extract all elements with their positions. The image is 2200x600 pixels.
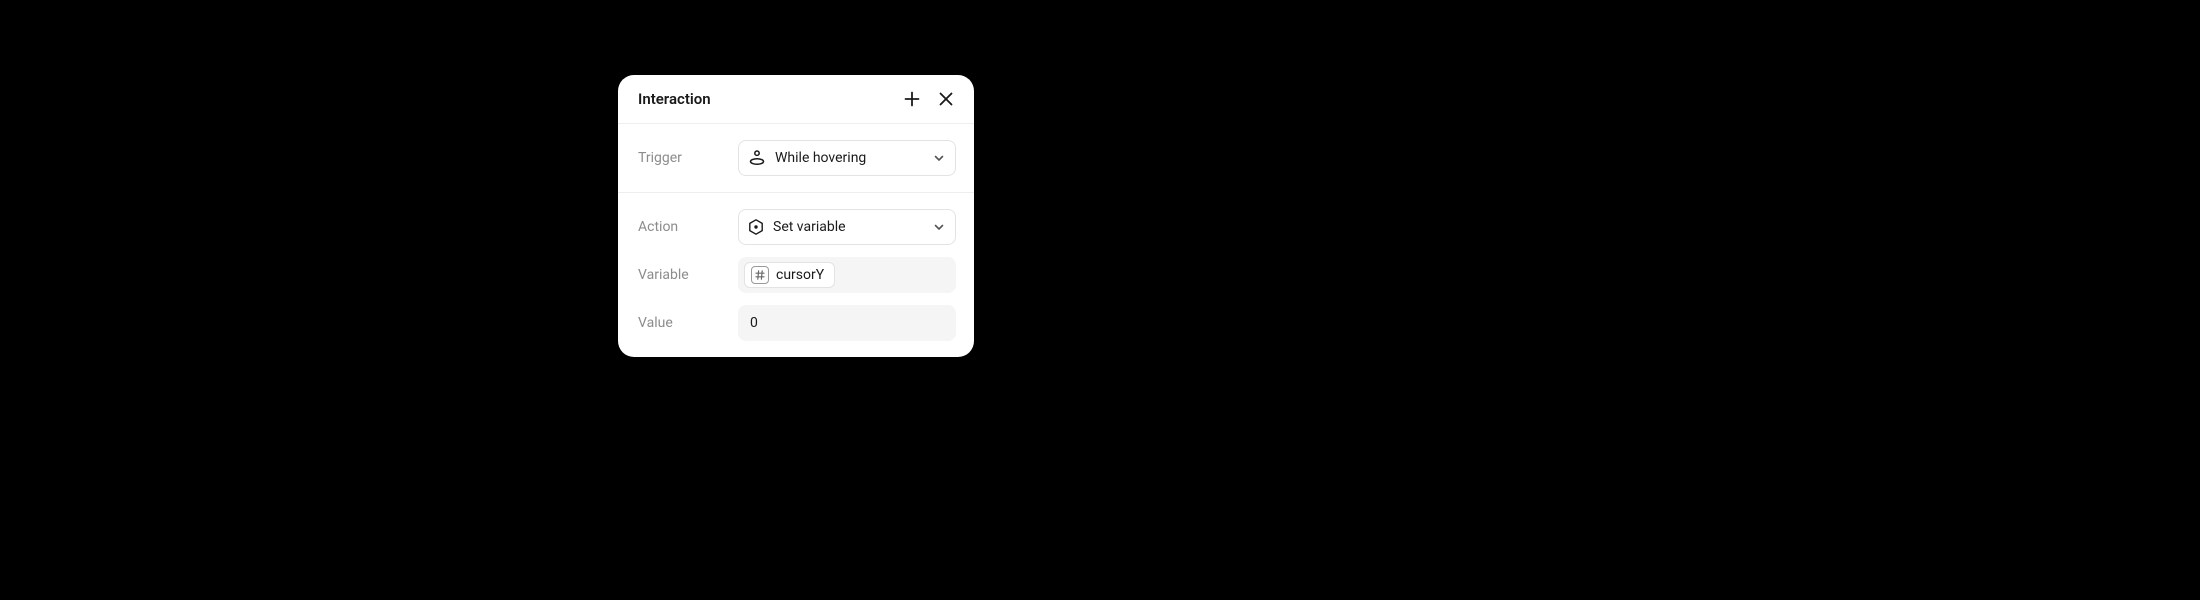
trigger-section: Trigger While hovering [618, 124, 974, 193]
action-value: Set variable [773, 219, 846, 235]
hover-icon [747, 148, 767, 168]
variable-row: Variable cursorY [638, 257, 956, 293]
value-label: Value [638, 315, 726, 331]
trigger-select[interactable]: While hovering [738, 140, 956, 176]
action-select-left: Set variable [747, 218, 846, 236]
close-icon [937, 90, 955, 108]
action-section: Action Set variable Variable [618, 193, 974, 357]
number-type-icon [751, 266, 769, 284]
close-button[interactable] [936, 89, 956, 109]
variable-icon [747, 218, 765, 236]
chevron-down-icon [933, 152, 945, 164]
variable-field[interactable]: cursorY [738, 257, 956, 293]
trigger-select-left: While hovering [747, 148, 866, 168]
plus-icon [903, 90, 921, 108]
value-input[interactable] [738, 305, 956, 341]
add-button[interactable] [902, 89, 922, 109]
action-label: Action [638, 219, 726, 235]
chevron-down-icon [933, 221, 945, 233]
variable-chip[interactable]: cursorY [744, 262, 835, 288]
action-select[interactable]: Set variable [738, 209, 956, 245]
value-row: Value [638, 305, 956, 341]
interaction-panel: Interaction Trigger [618, 75, 974, 357]
trigger-row: Trigger While hovering [638, 140, 956, 176]
header-actions [902, 89, 956, 109]
variable-name: cursorY [776, 267, 824, 283]
trigger-label: Trigger [638, 150, 726, 166]
trigger-value: While hovering [775, 150, 866, 166]
panel-title: Interaction [638, 90, 711, 108]
action-row: Action Set variable [638, 209, 956, 245]
variable-label: Variable [638, 267, 726, 283]
panel-header: Interaction [618, 75, 974, 124]
